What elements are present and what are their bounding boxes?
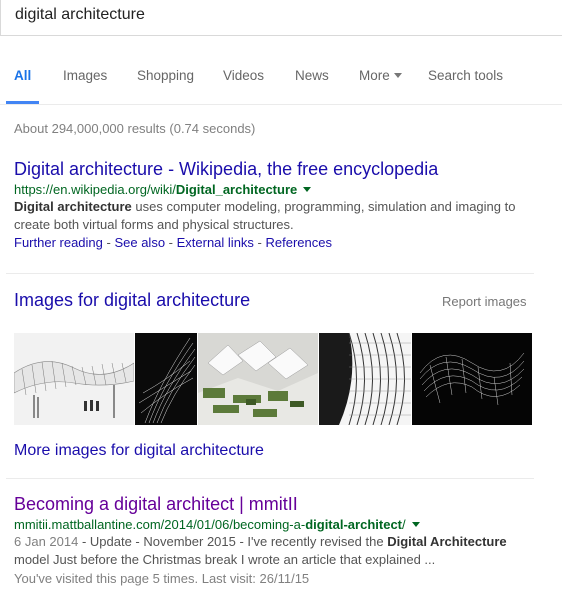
sitelinks: Further reading - See also - External li… [14, 235, 544, 250]
result-url-bold: Digital_architecture [175, 182, 298, 197]
result-url-bold: digital-architect [305, 517, 402, 532]
sitelink-references[interactable]: References [265, 235, 331, 250]
result-url: https://en.wikipedia.org/wiki/Digital_ar… [14, 182, 544, 197]
divider [6, 478, 534, 479]
result-stats: About 294,000,000 results (0.74 seconds) [14, 121, 256, 136]
search-tabs: All Images Shopping Videos News More Sea… [0, 40, 562, 105]
snippet-bold: Digital architecture [14, 199, 132, 214]
result-url-suffix: / [402, 517, 406, 532]
result-snippet: Digital architecture uses computer model… [14, 198, 544, 234]
url-options-caret-icon[interactable] [303, 187, 312, 193]
tab-search-tools[interactable]: Search tools [428, 68, 503, 83]
sitelink-separator: - [165, 235, 177, 250]
image-thumbnail[interactable] [135, 333, 197, 425]
sitelink-see-also[interactable]: See also [114, 235, 165, 250]
tab-shopping[interactable]: Shopping [137, 68, 194, 83]
sitelink-further-reading[interactable]: Further reading [14, 235, 103, 250]
image-thumbnail[interactable] [14, 333, 134, 425]
tab-videos[interactable]: Videos [223, 68, 264, 83]
snippet-text: - Update - November 2015 - I've recently… [78, 534, 388, 549]
tab-news[interactable]: News [295, 68, 329, 83]
result-date: 6 Jan 2014 [14, 534, 79, 549]
images-section-title[interactable]: Images for digital architecture [14, 290, 250, 311]
tab-more-label: More [359, 68, 390, 83]
visited-note: You've visited this page 5 times. Last v… [14, 571, 310, 586]
search-query[interactable]: digital architecture [15, 6, 145, 24]
result-url: mmitii.mattballantine.com/2014/01/06/bec… [14, 517, 544, 532]
active-tab-indicator [6, 101, 39, 104]
image-thumbnail[interactable] [412, 333, 532, 425]
more-images-link[interactable]: More images for digital architecture [14, 442, 264, 460]
chevron-down-icon [393, 72, 402, 78]
divider [6, 273, 534, 274]
image-thumbnail[interactable] [319, 333, 411, 425]
snippet-bold: Digital Architecture [387, 534, 507, 549]
tab-images[interactable]: Images [63, 68, 107, 83]
result-url-prefix: mmitii.mattballantine.com/2014/01/06/bec… [14, 517, 306, 532]
sitelink-separator: - [253, 235, 266, 250]
result-url-prefix: https://en.wikipedia.org/wiki/ [14, 182, 176, 197]
result-snippet: 6 Jan 2014 - Update - November 2015 - I'… [14, 533, 544, 569]
result-title-link[interactable]: Becoming a digital architect | mmitII [14, 494, 544, 515]
search-bar[interactable]: digital architecture [0, 0, 562, 36]
url-options-caret-icon[interactable] [411, 522, 420, 528]
snippet-text: model Just before the Christmas break I … [14, 552, 436, 567]
tab-more[interactable]: More [359, 68, 402, 83]
search-result-wikipedia: Digital architecture - Wikipedia, the fr… [14, 159, 544, 250]
search-result-mmitii: Becoming a digital architect | mmitII mm… [14, 494, 544, 586]
result-title-link[interactable]: Digital architecture - Wikipedia, the fr… [14, 159, 544, 180]
report-images-link[interactable]: Report images [442, 294, 527, 309]
sitelink-external-links[interactable]: External links [177, 235, 254, 250]
sitelink-separator: - [102, 235, 115, 250]
image-thumbnail[interactable] [198, 333, 318, 425]
tab-all[interactable]: All [14, 68, 31, 83]
